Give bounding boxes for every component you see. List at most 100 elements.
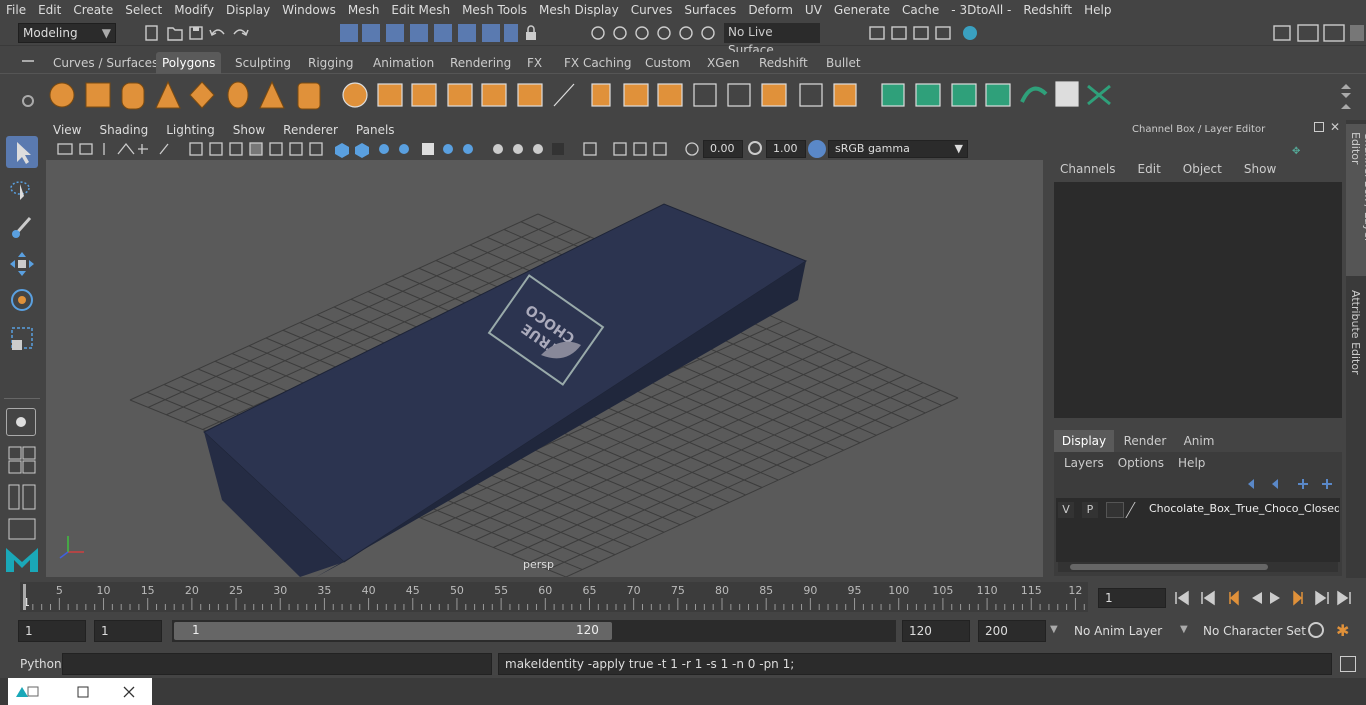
menu-edit-mesh[interactable]: Edit Mesh	[385, 0, 456, 20]
menu-redshift[interactable]: Redshift	[1017, 0, 1078, 20]
menu-generate[interactable]: Generate	[828, 0, 896, 20]
mirror-icon[interactable]	[411, 83, 437, 107]
close-icon[interactable]: ✕	[1330, 120, 1340, 134]
current-frame-field[interactable]: 1	[1098, 588, 1166, 608]
four-view-layout-icon[interactable]	[8, 446, 36, 474]
poly-pipe-icon[interactable]	[297, 82, 321, 110]
shelf-tab-bullet[interactable]: Bullet	[820, 52, 867, 74]
script-editor-icon[interactable]	[1340, 656, 1356, 672]
camera-select-icon[interactable]	[57, 143, 73, 155]
gate-mask-icon[interactable]	[229, 142, 243, 156]
scrollbar-thumb[interactable]	[1070, 564, 1268, 570]
auto-map-icon[interactable]	[985, 83, 1011, 107]
scale-tool-icon[interactable]	[6, 322, 38, 354]
menu-mesh-display[interactable]: Mesh Display	[533, 0, 625, 20]
scroll-down-icon[interactable]	[1341, 93, 1351, 98]
quad-draw-icon[interactable]	[833, 83, 857, 107]
outliner-layout-icon[interactable]	[8, 484, 36, 510]
menu-mesh-tools[interactable]: Mesh Tools	[456, 0, 533, 20]
layer-playback-toggle[interactable]: P	[1082, 502, 1098, 518]
move-layer-up-icon[interactable]	[1248, 479, 1254, 489]
image-plane-icon[interactable]	[117, 142, 135, 155]
select-object-icon[interactable]	[362, 24, 380, 42]
open-scene-icon[interactable]	[167, 27, 183, 41]
poly-cylinder-icon[interactable]	[121, 82, 145, 110]
menu-display[interactable]: Display	[220, 0, 276, 20]
select-face-icon[interactable]	[458, 24, 476, 42]
channel-menu-edit[interactable]: Edit	[1138, 162, 1161, 176]
menu-mesh[interactable]: Mesh	[342, 0, 386, 20]
poly-sphere-icon[interactable]	[49, 82, 75, 108]
shelf-tab-animation[interactable]: Animation	[367, 52, 440, 74]
spherical-map-icon[interactable]	[951, 83, 977, 107]
xray-icon[interactable]	[613, 142, 627, 156]
exposure-icon[interactable]	[685, 142, 699, 156]
anti-aliasing-icon[interactable]	[533, 144, 543, 154]
scroll-up-icon[interactable]	[1341, 84, 1351, 89]
graph-layout-icon[interactable]	[8, 518, 36, 540]
animation-end-field[interactable]: 200	[978, 620, 1046, 642]
screen-space-ao-icon[interactable]	[493, 144, 503, 154]
shelf-tab-rigging[interactable]: Rigging	[302, 52, 359, 74]
textured-icon[interactable]	[422, 143, 434, 155]
panel-menu-lighting[interactable]: Lighting	[157, 123, 224, 137]
shelf-tab-fx[interactable]: FX	[521, 52, 548, 74]
smooth-shade-icon[interactable]	[355, 143, 369, 158]
channel-menu-show[interactable]: Show	[1244, 162, 1276, 176]
menu-select[interactable]: Select	[119, 0, 168, 20]
extrude-icon[interactable]	[591, 83, 611, 107]
layer-name[interactable]: Chocolate_Box_True_Choco_Closed_C	[1149, 502, 1339, 515]
menu-3dtoall[interactable]: - 3DtoAll -	[945, 0, 1017, 20]
command-input[interactable]	[62, 653, 492, 675]
panel-menu-view[interactable]: View	[44, 123, 90, 137]
film-gate-icon[interactable]	[159, 143, 169, 155]
grid-toggle-icon[interactable]	[138, 144, 148, 154]
go-to-start-icon[interactable]	[1175, 590, 1189, 606]
layer-menu-layers[interactable]: Layers	[1064, 456, 1104, 470]
previous-key-icon[interactable]	[1229, 590, 1239, 606]
menu-edit[interactable]: Edit	[32, 0, 67, 20]
menu-surfaces[interactable]: Surfaces	[678, 0, 742, 20]
side-tab-channel-box[interactable]: Channel Box / Layer Editor	[1346, 124, 1366, 276]
panel-menu-show[interactable]: Show	[224, 123, 274, 137]
menu-curves[interactable]: Curves	[625, 0, 679, 20]
chevron-down-icon[interactable]: ▼	[1050, 624, 1058, 635]
paint-select-tool-icon[interactable]	[6, 210, 38, 242]
anim-layer-select[interactable]: No Anim Layer	[1074, 624, 1162, 638]
safe-action-icon[interactable]	[269, 142, 283, 156]
motion-blur-icon[interactable]	[513, 144, 523, 154]
xray-active-icon[interactable]	[653, 142, 667, 156]
menu-windows[interactable]: Windows	[276, 0, 342, 20]
channel-box-toggle-icon[interactable]	[1350, 25, 1364, 41]
ipr-render-icon[interactable]	[913, 26, 929, 40]
poly-plane-icon[interactable]	[189, 81, 215, 109]
minimized-window[interactable]	[8, 678, 152, 705]
chevron-down-icon[interactable]: ▼	[1180, 624, 1188, 635]
layer-color-swatch[interactable]	[1106, 502, 1124, 518]
poly-pyramid-icon[interactable]	[259, 80, 285, 109]
menu-modify[interactable]: Modify	[168, 0, 220, 20]
isolate-select-icon[interactable]	[583, 142, 597, 156]
menu-create[interactable]: Create	[67, 0, 119, 20]
restore-icon[interactable]	[77, 686, 89, 698]
hypershade-icon[interactable]	[963, 26, 977, 40]
menu-uv[interactable]: UV	[799, 0, 828, 20]
render-view-icon[interactable]	[869, 26, 885, 40]
layer-menu-help[interactable]: Help	[1178, 456, 1205, 470]
cylindrical-map-icon[interactable]	[915, 83, 941, 107]
wireframe-icon[interactable]	[189, 142, 203, 156]
attribute-editor-toggle-icon[interactable]	[1297, 24, 1319, 42]
play-forwards-icon[interactable]	[1270, 592, 1280, 604]
layer-tab-display[interactable]: Display	[1054, 430, 1114, 452]
close-icon[interactable]	[123, 686, 135, 698]
sculpt-icon[interactable]	[553, 83, 575, 107]
layer-scrollbar[interactable]	[1058, 562, 1338, 572]
unfold-icon[interactable]	[1020, 86, 1048, 103]
animation-preferences-icon[interactable]: ✱	[1336, 621, 1349, 640]
target-weld-icon[interactable]	[761, 83, 787, 107]
render-frame-icon[interactable]	[891, 26, 907, 40]
render-settings-icon[interactable]	[935, 26, 951, 40]
menu-deform[interactable]: Deform	[742, 0, 799, 20]
step-back-icon[interactable]	[1201, 590, 1215, 606]
channel-menu-channels[interactable]: Channels	[1060, 162, 1116, 176]
